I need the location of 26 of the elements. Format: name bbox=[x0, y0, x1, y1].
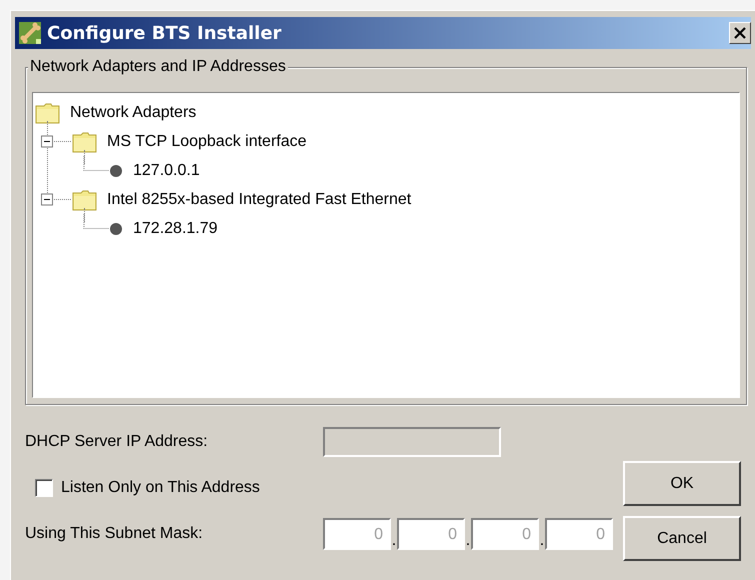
bone-icon bbox=[19, 22, 41, 44]
dialog-button[interactable]: OK bbox=[623, 461, 741, 506]
window-title: Configure BTS Installer bbox=[47, 22, 282, 44]
dialog-button[interactable]: Cancel bbox=[623, 516, 741, 561]
tree-item[interactable]: Network Adapters bbox=[70, 104, 196, 122]
checkbox-label[interactable]: Listen Only on This Address bbox=[61, 479, 260, 497]
separator: . bbox=[539, 532, 545, 550]
separator: . bbox=[465, 532, 471, 550]
folder-icon bbox=[72, 130, 97, 152]
bullet-icon bbox=[109, 164, 123, 178]
collapse-icon[interactable] bbox=[41, 194, 53, 206]
close-icon bbox=[734, 27, 746, 39]
tree-item[interactable]: 127.0.0.1 bbox=[133, 162, 200, 180]
field-label: DHCP Server IP Address: bbox=[25, 433, 209, 451]
folder-icon bbox=[72, 188, 97, 210]
tree-item[interactable]: 172.28.1.79 bbox=[133, 220, 218, 238]
checkbox[interactable] bbox=[35, 479, 53, 497]
collapse-icon[interactable] bbox=[41, 136, 53, 148]
close-button[interactable] bbox=[729, 22, 751, 44]
separator: . bbox=[391, 532, 397, 550]
tree-item[interactable]: MS TCP Loopback interface bbox=[107, 132, 307, 150]
folder-icon bbox=[35, 102, 60, 124]
tree-item[interactable]: Intel 8255x-based Integrated Fast Ethernet bbox=[107, 190, 412, 208]
bullet-icon bbox=[109, 222, 123, 236]
group-title: Network Adapters and IP Addresses bbox=[28, 58, 288, 76]
field-label: Using This Subnet Mask: bbox=[25, 525, 204, 543]
